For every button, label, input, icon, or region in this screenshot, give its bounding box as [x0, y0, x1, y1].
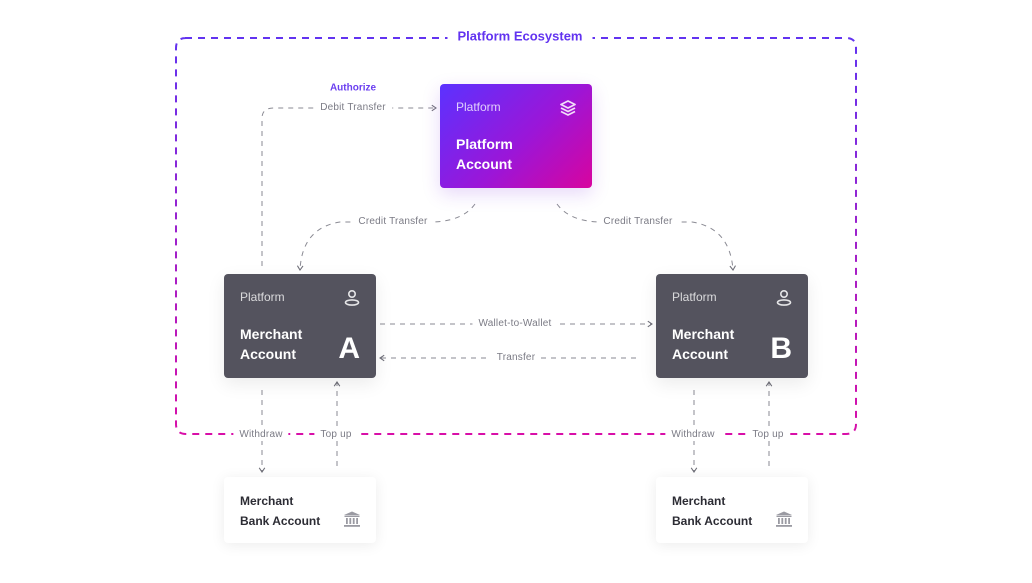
- credit-transfer-left-label: Credit Transfer: [352, 216, 434, 228]
- merchant-a-kicker: Platform: [240, 290, 285, 304]
- merchant-b-title-line1: Merchant: [672, 326, 735, 342]
- platform-account-kicker: Platform: [456, 100, 501, 114]
- merchant-a-title: Merchant Account: [240, 324, 302, 364]
- wallet-to-wallet-label: Wallet-to-Wallet: [472, 318, 558, 330]
- platform-account-title-line2: Account: [456, 156, 512, 172]
- transfer-label: Transfer: [490, 352, 542, 364]
- platform-account-title: Platform Account: [456, 134, 513, 174]
- user-icon: [776, 289, 792, 306]
- merchant-a-letter: A: [338, 332, 360, 365]
- bank-icon: [344, 511, 360, 527]
- platform-account-title-line1: Platform: [456, 136, 513, 152]
- debit-transfer-line: [261, 104, 437, 266]
- ecosystem-title: Platform Ecosystem: [447, 28, 593, 44]
- merchant-bank-account-a-card[interactable]: Merchant Bank Account: [224, 477, 376, 543]
- credit-transfer-right-line: [556, 203, 736, 271]
- merchant-account-a-card[interactable]: Platform Merchant Account A: [224, 274, 376, 378]
- debit-transfer-label: Debit Transfer: [314, 102, 392, 114]
- merchant-b-letter: B: [770, 332, 792, 365]
- merchant-b-title-line2: Account: [672, 346, 728, 362]
- withdraw-a-label: Withdraw: [233, 429, 289, 441]
- bank-b-title-line2: Bank Account: [672, 514, 753, 528]
- bank-a-title-line1: Merchant: [240, 494, 294, 508]
- bank-b-title: Merchant Bank Account: [672, 491, 752, 531]
- merchant-a-title-line2: Account: [240, 346, 296, 362]
- platform-account-card[interactable]: Platform Platform Account: [440, 84, 592, 188]
- bank-b-title-line1: Merchant: [672, 494, 726, 508]
- bank-a-title-line2: Bank Account: [240, 514, 321, 528]
- bank-a-title: Merchant Bank Account: [240, 491, 320, 531]
- merchant-a-title-line1: Merchant: [240, 326, 303, 342]
- withdraw-b-label: Withdraw: [665, 429, 721, 441]
- top-up-a-label: Top up: [314, 429, 358, 441]
- user-icon: [344, 289, 360, 306]
- bank-icon: [776, 511, 792, 527]
- merchant-b-title: Merchant Account: [672, 324, 734, 364]
- authorize-label: Authorize: [329, 82, 377, 94]
- credit-transfer-right-label: Credit Transfer: [597, 216, 679, 228]
- credit-transfer-left-line: [296, 203, 476, 271]
- layers-icon: [560, 100, 576, 116]
- top-up-b-label: Top up: [746, 429, 790, 441]
- merchant-b-kicker: Platform: [672, 290, 717, 304]
- merchant-bank-account-b-card[interactable]: Merchant Bank Account: [656, 477, 808, 543]
- merchant-account-b-card[interactable]: Platform Merchant Account B: [656, 274, 808, 378]
